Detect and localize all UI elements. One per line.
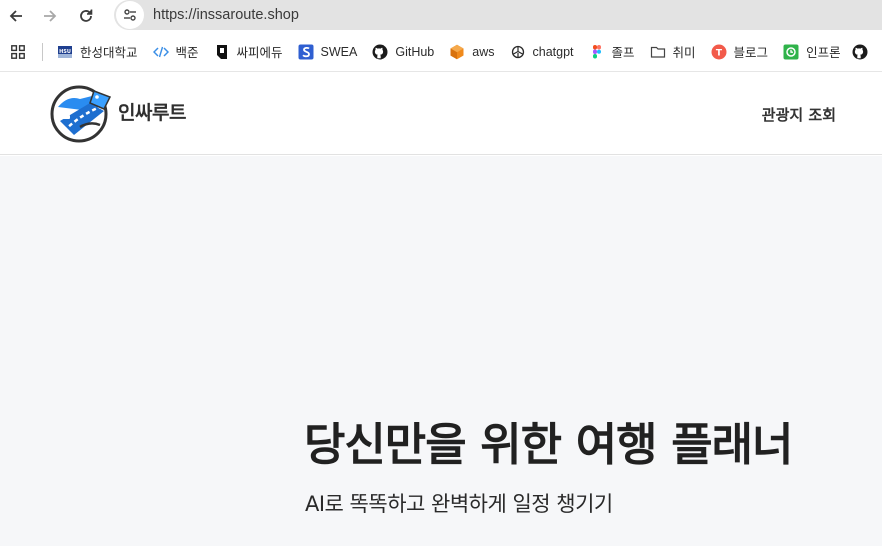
hero-subtitle: AI로 똑똑하고 완벽하게 일정 챙기기 xyxy=(305,492,613,516)
github-icon xyxy=(372,44,388,60)
bookmark-label: 인프론 xyxy=(806,46,841,60)
browser-toolbar: https://inssaroute.shop xyxy=(0,0,882,32)
site-header: 인싸루트 관광지 조회 xyxy=(0,73,882,155)
reload-icon xyxy=(80,9,93,22)
logo-icon xyxy=(50,85,112,143)
bookmark-label: chatgpt xyxy=(532,44,574,59)
address-bar[interactable]: https://inssaroute.shop xyxy=(114,0,882,30)
apps-grid-icon xyxy=(11,44,25,59)
bookmark-github[interactable]: GitHub xyxy=(364,38,441,66)
svg-text:T: T xyxy=(715,48,722,58)
bookmark-hansung[interactable]: HSU 한성대학교 xyxy=(49,38,145,66)
svg-text:HSU: HSU xyxy=(59,49,71,55)
bookmark-label: 졸프 xyxy=(611,46,635,60)
apps-button[interactable] xyxy=(0,32,36,72)
folder-icon xyxy=(650,44,666,60)
bookmark-label: aws xyxy=(472,44,495,59)
nav-link-attractions[interactable]: 관광지 조회 xyxy=(762,104,836,125)
site-info-button[interactable] xyxy=(116,1,144,29)
ssafy-icon xyxy=(214,44,230,60)
bookmark-github-overflow[interactable] xyxy=(848,38,882,66)
logo-text: 인싸루트 xyxy=(118,101,186,124)
github-icon xyxy=(852,44,868,60)
hero-title: 당신만을 위한 여행 플래너 xyxy=(304,418,793,471)
aws-icon xyxy=(449,44,465,60)
forward-button[interactable] xyxy=(32,0,68,32)
arrow-right-icon xyxy=(44,10,57,22)
bookmark-ssafy[interactable]: 싸피에듀 xyxy=(206,38,290,66)
bookmark-label: 백준 xyxy=(175,46,199,60)
bookmark-label: SWEA xyxy=(320,44,358,59)
bookmark-label: 싸피에듀 xyxy=(236,46,283,60)
bookmark-swea[interactable]: SWEA xyxy=(290,38,365,66)
blog-icon: T xyxy=(711,44,727,60)
bookmark-blog[interactable]: T 블로그 xyxy=(703,38,776,66)
hero-section: 당신만을 위한 여행 플래너 AI로 똑똑하고 완벽하게 일정 챙기기 xyxy=(0,156,882,546)
arrow-left-icon xyxy=(9,10,22,22)
bookmark-aws[interactable]: aws xyxy=(441,38,501,66)
bookmark-label: GitHub xyxy=(395,44,435,59)
bookmark-chatgpt[interactable]: chatgpt xyxy=(502,38,581,66)
bookmarks-bar: HSU 한성대학교 백준 싸피에듀 SWEA GitHub aws chatgp… xyxy=(0,32,882,72)
bookmark-label: 블로그 xyxy=(733,46,769,60)
swea-icon xyxy=(298,44,314,60)
back-button[interactable] xyxy=(0,0,32,32)
hansung-icon: HSU xyxy=(57,44,73,60)
url-text[interactable]: https://inssaroute.shop xyxy=(153,7,299,23)
bookmark-label: 한성대학교 xyxy=(80,46,138,60)
bookmark-inflearn[interactable]: 인프론 xyxy=(775,38,848,66)
reload-button[interactable] xyxy=(68,0,104,32)
bookmark-folder-hobby[interactable]: 취미 xyxy=(642,38,703,66)
tune-icon xyxy=(124,9,136,21)
figma-icon xyxy=(589,44,605,60)
bookmark-label: 취미 xyxy=(672,46,696,60)
inflearn-icon xyxy=(783,44,799,60)
bookmarks-divider xyxy=(42,42,43,61)
bookmark-figma[interactable]: 졸프 xyxy=(581,38,642,66)
chatgpt-icon xyxy=(510,44,526,60)
bookmark-baekjoon[interactable]: 백준 xyxy=(145,38,206,66)
site-logo[interactable]: 인싸루트 xyxy=(50,81,186,147)
code-icon xyxy=(152,44,169,60)
